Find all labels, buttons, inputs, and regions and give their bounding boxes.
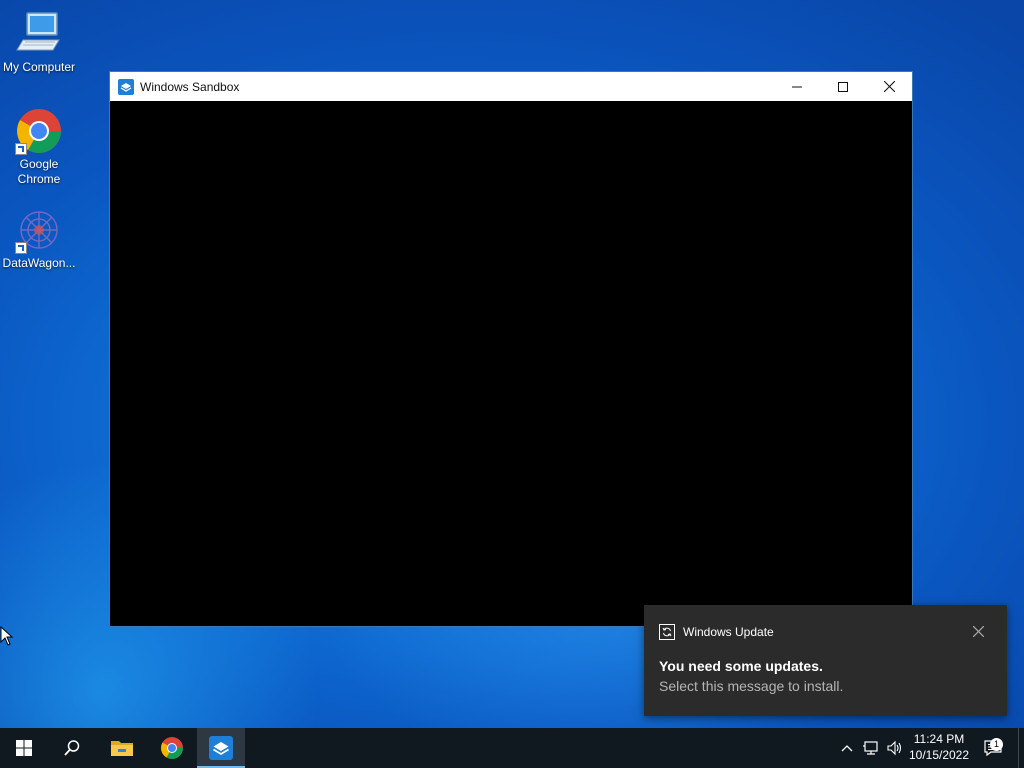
taskbar-chrome[interactable] (148, 728, 196, 768)
mouse-cursor-icon (0, 626, 14, 646)
chrome-icon (15, 107, 63, 155)
chrome-icon (161, 737, 183, 759)
start-button[interactable] (0, 728, 48, 768)
sandbox-window[interactable]: Windows Sandbox (109, 71, 913, 627)
notification-body: Select this message to install. (659, 678, 844, 694)
desktop-icon-label: Google Chrome (17, 157, 61, 186)
close-icon (972, 625, 985, 638)
maximize-icon (838, 81, 848, 92)
notification-count-badge: 1 (990, 738, 1003, 751)
chevron-up-icon (841, 745, 853, 752)
network-button[interactable] (860, 728, 882, 768)
shortcut-arrow-icon (15, 242, 27, 254)
desktop-icon-datawagon[interactable]: DataWagon... (0, 206, 78, 271)
shortcut-arrow-icon (15, 143, 27, 155)
sandbox-content-area[interactable] (110, 101, 912, 626)
network-icon (863, 741, 878, 755)
desktop-icon-label: DataWagon... (2, 256, 76, 270)
desktop-icon-google-chrome[interactable]: Google Chrome (0, 107, 78, 187)
notification-title: You need some updates. (659, 658, 823, 674)
speaker-icon (887, 740, 902, 756)
minimize-icon (792, 86, 802, 87)
search-button[interactable] (48, 728, 96, 768)
clock-date: 10/15/2022 (908, 748, 970, 762)
window-title: Windows Sandbox (140, 79, 240, 94)
datawagon-icon (15, 206, 63, 254)
show-hidden-icons-button[interactable] (838, 728, 856, 768)
desktop-icon-label: My Computer (2, 60, 76, 74)
computer-icon (15, 10, 63, 58)
minimize-button[interactable] (774, 72, 820, 101)
close-icon (883, 81, 895, 92)
notification-app-name: Windows Update (683, 625, 774, 639)
update-notification[interactable]: Windows Update You need some updates. Se… (644, 605, 1007, 716)
maximize-button[interactable] (820, 72, 866, 101)
close-button[interactable] (866, 72, 912, 101)
taskbar: 11:24 PM 10/15/2022 (0, 728, 1024, 768)
sandbox-app-icon (209, 736, 233, 760)
windows-update-icon (659, 624, 675, 640)
desktop-icon-my-computer[interactable]: My Computer (0, 10, 78, 75)
clock-time: 11:24 PM (913, 732, 965, 746)
volume-button[interactable] (884, 728, 906, 768)
taskbar-file-explorer[interactable] (98, 728, 146, 768)
notification-close-button[interactable] (972, 624, 987, 638)
search-icon (64, 740, 80, 756)
show-desktop-button[interactable] (1018, 728, 1024, 768)
taskbar-clock[interactable]: 11:24 PM 10/15/2022 (906, 728, 972, 768)
sandbox-app-icon (118, 78, 134, 95)
windows-logo-icon (16, 740, 32, 756)
taskbar-windows-sandbox[interactable] (197, 728, 245, 768)
window-titlebar[interactable]: Windows Sandbox (110, 72, 912, 101)
folder-icon (111, 741, 133, 756)
